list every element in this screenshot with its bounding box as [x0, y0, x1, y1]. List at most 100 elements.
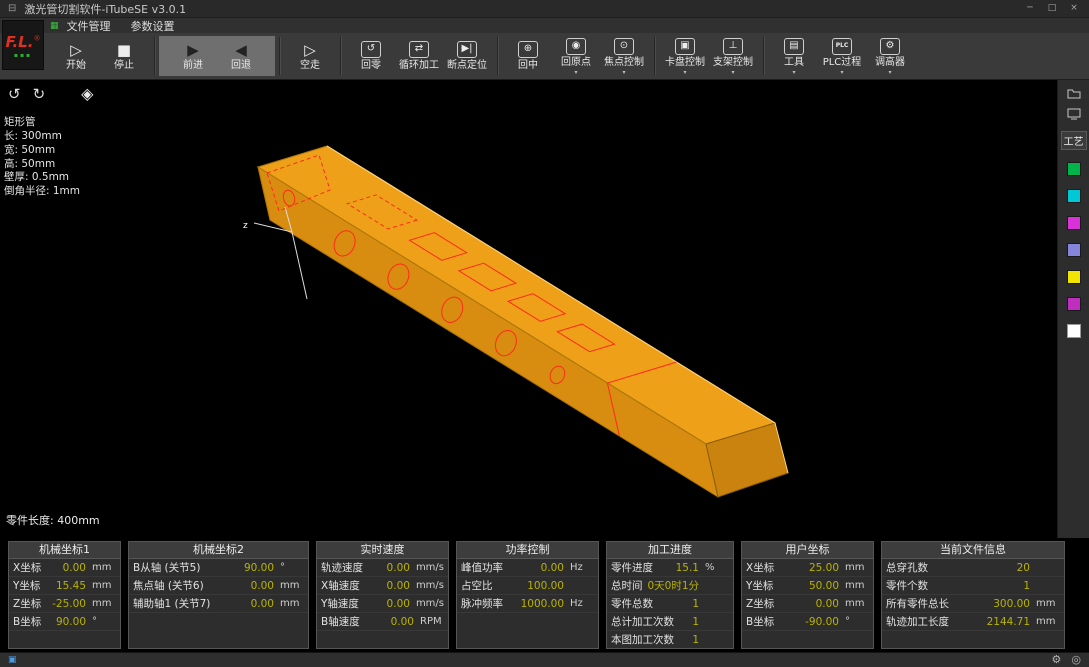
display-icon[interactable] — [1067, 108, 1081, 120]
menu-item-1[interactable]: 参数设置 — [131, 18, 175, 34]
height-adjuster-icon: ⚙ — [880, 38, 900, 55]
height-adjuster-button[interactable]: ⚙ 调高器▾ — [866, 37, 914, 76]
field-value: 0.00 — [204, 580, 280, 592]
focus-control-icon: ⊙ — [614, 38, 634, 55]
panel-3: 实时速度轨迹速度0.00mm/sX轴速度0.00mm/sY轴速度0.00mm/s… — [316, 541, 449, 649]
field-value: 90.00 — [41, 616, 92, 628]
panel-row: 占空比100.00 — [457, 577, 598, 595]
close-button[interactable]: × — [1063, 0, 1085, 17]
field-value: 0.00 — [360, 616, 420, 628]
panel-title: 功率控制 — [457, 542, 598, 559]
tube-info-line: 宽: 50mm — [4, 144, 80, 158]
field-value: -90.00 — [774, 616, 845, 628]
color-swatch-magenta[interactable] — [1067, 216, 1081, 230]
panel-row: X坐标0.00mm — [9, 559, 120, 577]
menu-item-0[interactable]: 文件管理 — [67, 18, 111, 34]
return-origin-button[interactable]: ◉回原点▾ — [552, 37, 600, 76]
logo-accent: ▪▪▪ — [14, 53, 32, 59]
color-swatch-magenta-dark[interactable] — [1067, 297, 1081, 311]
toolbar-button-label: 调高器 — [875, 57, 905, 69]
tools-button[interactable]: ▤工具▾ — [770, 37, 818, 76]
maximize-button[interactable]: □ — [1041, 0, 1063, 17]
viewport-3d[interactable]: ↺↻◈ 矩形管长: 300mm宽: 50mm高: 50mm壁厚: 0.5mm倒角… — [0, 80, 1057, 538]
field-label: Z坐标 — [746, 596, 774, 611]
panel-row: X轴速度0.00mm/s — [317, 577, 448, 595]
toolbar-group: ▤工具▾PLCPLC过程▾ ⚙ 调高器▾ — [766, 33, 918, 79]
stop-button[interactable]: ■停止 — [100, 40, 148, 73]
field-value: 25.00 — [774, 562, 845, 574]
field-value: 1 — [674, 616, 705, 628]
gear-icon[interactable]: ⚙ — [1052, 653, 1062, 667]
plc-process-button[interactable]: PLCPLC过程▾ — [818, 37, 866, 76]
field-unit: ° — [280, 562, 304, 573]
color-swatch-white[interactable] — [1067, 324, 1081, 338]
field-unit: mm — [1036, 616, 1060, 627]
forward-button[interactable]: ▶前进 — [169, 40, 217, 73]
field-unit: mm — [92, 598, 116, 609]
brand-logo: F.L.® ▪▪▪ — [2, 20, 44, 70]
backward-button[interactable]: ◀回退 — [217, 40, 265, 73]
target-icon[interactable]: ◎ — [1071, 653, 1081, 667]
panel-title: 加工进度 — [607, 542, 733, 559]
menu-items: 文件管理 参数设置 — [67, 18, 175, 34]
toolbar-button-label: 焦点控制 — [604, 57, 644, 69]
panel-title: 机械坐标1 — [9, 542, 120, 559]
axis-label: z — [243, 221, 248, 231]
toolbar-button-label: 停止 — [114, 60, 134, 72]
panel-row: 零件进度15.1% — [607, 559, 733, 577]
color-swatch-periwinkle[interactable] — [1067, 243, 1081, 257]
color-swatch-green[interactable] — [1067, 162, 1081, 176]
field-label: B从轴 (关节5) — [133, 560, 200, 575]
field-label: 总穿孔数 — [886, 560, 928, 575]
return-zero-button[interactable]: ↺回零 — [347, 40, 395, 73]
field-value: 100.00 — [493, 580, 571, 592]
chevron-down-icon: ▾ — [888, 70, 891, 75]
field-value: 0.00 — [363, 562, 416, 574]
field-label: 本图加工次数 — [611, 632, 674, 647]
field-unit: mm — [92, 580, 116, 591]
field-unit: RPM — [420, 616, 444, 627]
toolbar-group: ⊕回中◉回原点▾⊙焦点控制▾ — [500, 33, 652, 79]
field-label: Y坐标 — [746, 578, 773, 593]
focus-control-button[interactable]: ⊙焦点控制▾ — [600, 37, 648, 76]
field-value: 0.00 — [360, 580, 416, 592]
folder-icon[interactable] — [1067, 88, 1081, 99]
dry-run-button[interactable]: ▷空走 — [286, 40, 334, 73]
toolbar-button-label: 开始 — [66, 60, 86, 72]
color-swatch-yellow[interactable] — [1067, 270, 1081, 284]
loop-process-button[interactable]: ⇄循环加工 — [395, 40, 443, 73]
cube-icon[interactable]: ◈ — [81, 85, 93, 103]
plc-process-icon: PLC — [832, 38, 852, 55]
field-label: 零件进度 — [611, 560, 653, 575]
return-zero-icon: ↺ — [361, 41, 381, 58]
return-origin-icon: ◉ — [566, 38, 586, 55]
support-control-button[interactable]: ⊥支架控制▾ — [709, 37, 757, 76]
breakpoint-locate-button[interactable]: ▶|断点定位 — [443, 40, 491, 73]
chuck-control-button[interactable]: ▣卡盘控制▾ — [661, 37, 709, 76]
toolbar-separator — [279, 37, 280, 75]
toolbar-button-label: 循环加工 — [399, 60, 439, 72]
support-control-icon: ⊥ — [723, 38, 743, 55]
color-swatch-cyan[interactable] — [1067, 189, 1081, 203]
tube-info-line: 矩形管 — [4, 116, 80, 130]
field-unit: mm/s — [416, 598, 444, 609]
tab-process[interactable]: 工艺 — [1061, 131, 1087, 150]
field-label: B坐标 — [13, 614, 41, 629]
field-value: 300.00 — [949, 598, 1036, 610]
panel-row: 所有零件总长300.00mm — [882, 595, 1064, 613]
panel-row: X坐标25.00mm — [742, 559, 873, 577]
field-label: Y坐标 — [13, 578, 40, 593]
tube-info-line: 倒角半径: 1mm — [4, 185, 80, 199]
rotate-cw-icon[interactable]: ↻ — [33, 85, 46, 103]
panel-row: 本图加工次数1 — [607, 631, 733, 649]
tube-side-face — [258, 167, 718, 497]
start-button[interactable]: ▷开始 — [52, 40, 100, 73]
return-center-button[interactable]: ⊕回中 — [504, 40, 552, 73]
field-label: 占空比 — [461, 578, 493, 593]
field-unit: mm — [845, 598, 869, 609]
dry-run-icon: ▷ — [304, 41, 316, 60]
minimize-button[interactable]: ─ — [1019, 0, 1041, 17]
panels: 机械坐标1X坐标0.00mmY坐标15.45mmZ坐标-25.00mmB坐标90… — [0, 538, 1089, 652]
rotate-ccw-icon[interactable]: ↺ — [8, 85, 21, 103]
tube-3d-view[interactable]: z — [0, 80, 1057, 538]
